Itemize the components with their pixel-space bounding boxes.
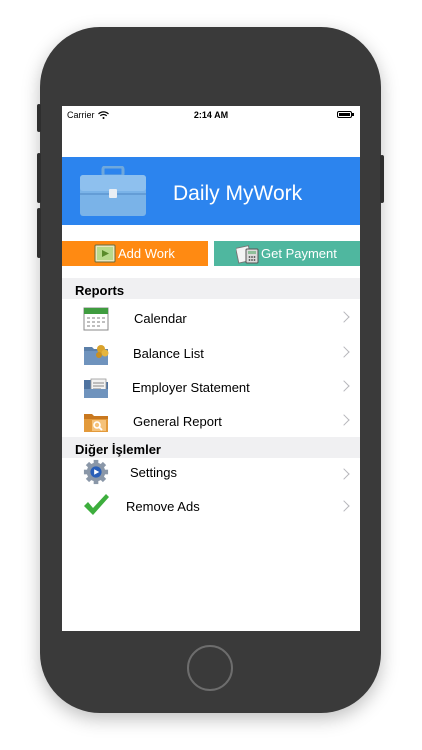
- reports-heading: Reports: [75, 283, 125, 298]
- chevron-right-icon: [338, 380, 350, 392]
- calendar-label: Calendar: [134, 311, 187, 326]
- reports-section-header: Reports: [62, 278, 360, 299]
- volume-down-button: [37, 208, 41, 258]
- general-report-label: General Report: [133, 414, 222, 429]
- chevron-right-icon: [338, 468, 350, 480]
- header-banner: Daily MyWork: [62, 157, 360, 225]
- calendar-icon: [83, 307, 109, 331]
- battery-icon: [337, 111, 354, 118]
- checkmark-icon: [84, 494, 109, 515]
- balance-list-label: Balance List: [133, 346, 204, 361]
- gear-icon: [83, 459, 109, 485]
- power-button: [380, 155, 384, 203]
- mute-switch: [37, 104, 41, 132]
- other-heading: Diğer İşlemler: [75, 442, 161, 457]
- settings-label: Settings: [130, 465, 177, 480]
- other-section-header: Diğer İşlemler: [62, 437, 360, 458]
- add-work-icon: [94, 244, 116, 263]
- list-item-balance-list[interactable]: Balance List: [62, 336, 360, 370]
- chevron-right-icon: [338, 346, 350, 358]
- list-item-remove-ads[interactable]: Remove Ads: [62, 492, 360, 526]
- app-title: Daily MyWork: [173, 182, 303, 205]
- app-screen: Carrier 2:14 AM Daily MyWork Add Work Ge…: [62, 106, 360, 631]
- briefcase-icon: [80, 166, 146, 216]
- action-bar: Add Work Get Payment: [62, 241, 360, 266]
- list-item-general-report[interactable]: General Report: [62, 404, 360, 438]
- get-payment-button[interactable]: Get Payment: [214, 241, 360, 266]
- folder-coins-icon: [84, 345, 109, 365]
- list-item-employer-statement[interactable]: Employer Statement: [62, 370, 360, 404]
- folder-document-icon: [84, 378, 108, 398]
- payment-icon: [236, 245, 259, 264]
- employer-statement-label: Employer Statement: [132, 380, 250, 395]
- chevron-right-icon: [338, 500, 350, 512]
- list-item-calendar[interactable]: Calendar: [62, 301, 360, 335]
- status-bar: Carrier 2:14 AM: [62, 106, 360, 124]
- list-item-settings[interactable]: Settings: [62, 458, 360, 492]
- volume-up-button: [37, 153, 41, 203]
- add-work-label: Add Work: [118, 246, 175, 261]
- chevron-right-icon: [338, 414, 350, 426]
- folder-search-icon: [84, 414, 108, 432]
- add-work-button[interactable]: Add Work: [62, 241, 208, 266]
- home-button[interactable]: [187, 645, 233, 691]
- remove-ads-label: Remove Ads: [126, 499, 200, 514]
- chevron-right-icon: [338, 311, 350, 323]
- get-payment-label: Get Payment: [261, 246, 337, 261]
- status-time: 2:14 AM: [193, 110, 229, 120]
